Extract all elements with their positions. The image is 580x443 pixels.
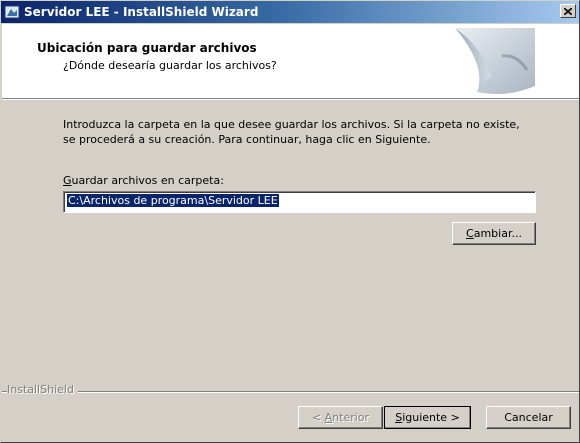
- back-prefix: <: [311, 411, 325, 424]
- window-title: Servidor LEE - InstallShield Wizard: [24, 5, 259, 19]
- folder-field-label: Guardar archivos en carpeta:: [63, 174, 224, 187]
- installshield-app-icon: [4, 4, 20, 20]
- close-button[interactable]: [560, 4, 576, 18]
- instructions-line-2: se procederá a su creación. Para continu…: [63, 133, 431, 146]
- installshield-brand: InstallShield: [7, 383, 78, 396]
- title-bar[interactable]: Servidor LEE - InstallShield Wizard: [1, 1, 579, 23]
- brand-divider: [2, 391, 579, 393]
- header-title: Ubicación para guardar archivos: [37, 41, 257, 55]
- folder-wizard-graphic: [455, 28, 535, 94]
- instructions-line-1: Introduzca la carpeta en la que desee gu…: [63, 118, 520, 131]
- back-label: nterior: [332, 411, 370, 424]
- wizard-header: Ubicación para guardar archivos ¿Dónde d…: [2, 24, 579, 98]
- change-mnemonic: C: [466, 227, 474, 240]
- cancel-label: Cancelar: [504, 411, 553, 424]
- next-label: iguiente >: [402, 411, 460, 424]
- close-icon: [564, 7, 572, 15]
- cancel-button[interactable]: Cancelar: [486, 406, 571, 429]
- folder-path-value: C:\Archivos de programa\Servidor LEE: [67, 194, 279, 207]
- installer-window: Servidor LEE - InstallShield Wizard Ubic…: [0, 0, 580, 443]
- header-subtitle: ¿Dónde desearía guardar los archivos?: [63, 59, 277, 72]
- instructions-text: Introduzca la carpeta en la que desee gu…: [63, 117, 553, 147]
- folder-path-input[interactable]: C:\Archivos de programa\Servidor LEE: [63, 191, 536, 213]
- change-button[interactable]: Cambiar...: [452, 222, 536, 245]
- folder-label-mnemonic: G: [63, 174, 72, 187]
- folder-label-text: uardar archivos en carpeta:: [71, 174, 224, 187]
- change-label: ambiar...: [473, 227, 522, 240]
- next-button[interactable]: Siguiente >: [384, 406, 471, 429]
- back-button[interactable]: < Anterior: [298, 406, 383, 429]
- header-divider: [2, 98, 579, 100]
